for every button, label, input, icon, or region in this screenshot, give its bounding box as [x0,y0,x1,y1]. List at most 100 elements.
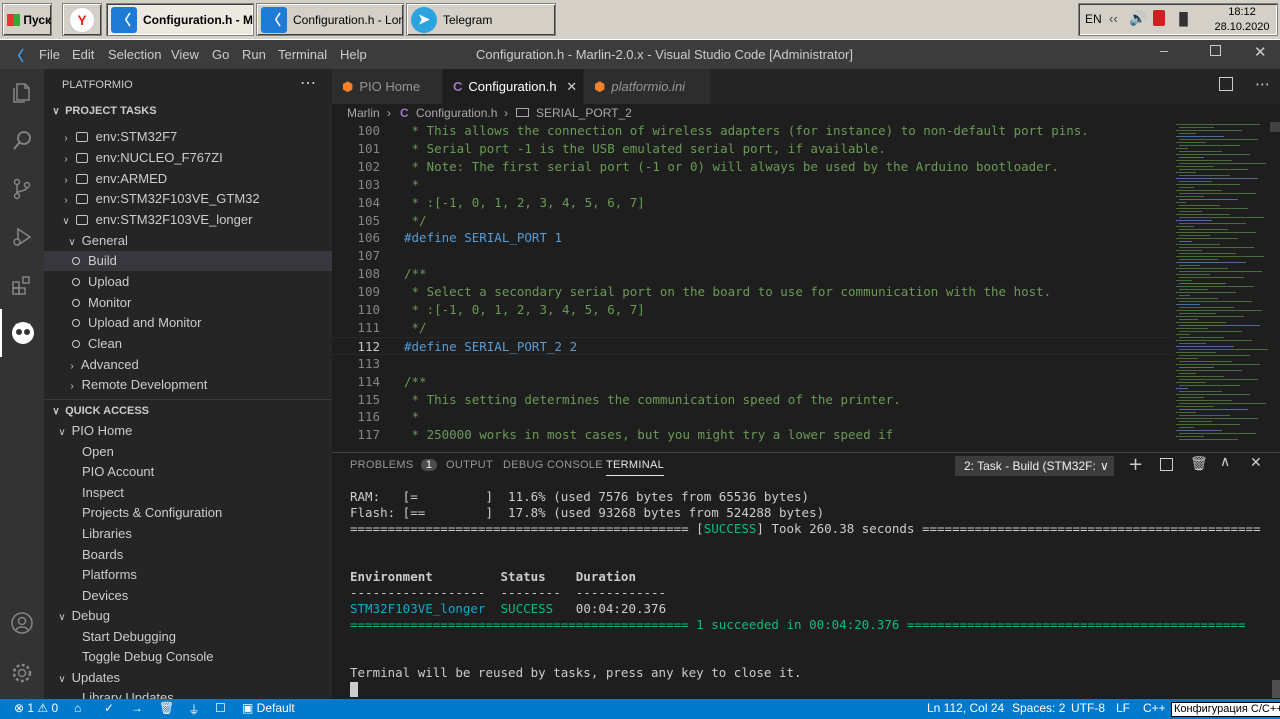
quick-inspect[interactable]: Inspect [44,483,332,503]
menu-view[interactable]: View [171,47,199,62]
panel-tab-output[interactable]: OUTPUT [446,459,493,471]
volume-icon[interactable]: 🔊 [1129,10,1146,27]
tree-item-advanced[interactable]: › Advanced [44,355,332,375]
yandex-browser-button[interactable]: Y [62,3,102,36]
tree-item-updates[interactable]: ∨ Updates [44,668,332,688]
quick-access-header[interactable]: ∨ QUICK ACCESS [44,401,332,421]
quick-libraries[interactable]: Libraries [44,524,332,544]
language-mode[interactable]: C++ [1143,701,1166,715]
taskbar-vscode-window-2[interactable]: 〈 Configuration.h - Lon... [256,3,404,36]
project-tasks-header[interactable]: ∨ PROJECT TASKS [44,101,332,121]
menu-selection[interactable]: Selection [108,47,161,62]
pio-serial-plug-icon[interactable]: ⏚ [188,701,200,718]
code-line: 105 */ [332,212,1172,230]
task-build[interactable]: Build [44,251,332,271]
tree-item-env-longer[interactable]: ∨ env:STM32F103VE_longer [44,210,332,230]
code-line: 103 * [332,176,1172,194]
file-encoding[interactable]: UTF-8 [1071,701,1105,715]
pio-build-check-icon[interactable]: ✓ [104,701,114,715]
extensions-icon[interactable] [0,261,44,309]
panel-tab-terminal[interactable]: TERMINAL [606,459,665,476]
network-icon[interactable]: ▐▌ [1175,12,1192,26]
quick-platforms[interactable]: Platforms [44,565,332,585]
quick-boards[interactable]: Boards [44,545,332,565]
tree-item-pio-home[interactable]: ∨ PIO Home [44,421,332,441]
close-window-icon[interactable]: ✕ [1254,43,1267,61]
quick-devices[interactable]: Devices [44,586,332,606]
menu-help[interactable]: Help [340,47,367,62]
task-upload-and-monitor[interactable]: Upload and Monitor [44,313,332,333]
run-debug-icon[interactable] [0,213,44,261]
terminal-scrollbar[interactable] [1272,680,1280,698]
close-panel-icon[interactable]: ✕ [1250,455,1262,471]
tree-item-env-nucleo[interactable]: › env:NUCLEO_F767ZI [44,148,332,168]
quick-open[interactable]: Open [44,442,332,462]
task-clean[interactable]: Clean [44,334,332,354]
breadcrumb-serial-port-2[interactable]: SERIAL_PORT_2 [536,105,632,121]
indentation[interactable]: Spaces: 2 [1012,701,1065,715]
split-terminal-icon[interactable] [1160,458,1173,471]
project-env-switcher[interactable]: ▣ Default [242,701,295,715]
tray-chevron-icon[interactable]: ‹‹ [1109,11,1118,26]
menu-file[interactable]: File [39,47,60,62]
split-editor-icon[interactable] [1219,77,1233,91]
pio-terminal-icon[interactable]: ☐ [215,701,226,715]
search-icon[interactable] [0,117,44,165]
panel-tab-problems[interactable]: PROBLEMS 1 [350,459,438,471]
breadcrumb-configuration-h[interactable]: Configuration.h [416,105,497,121]
code-editor[interactable]: 100 * This allows the connection of wire… [332,122,1172,452]
terminal-output[interactable]: RAM: [= ] 11.6% (used 7576 bytes from 65… [350,489,1270,699]
language-indicator[interactable]: EN [1085,12,1102,26]
minimize-icon[interactable]: – [1160,42,1168,58]
trash-icon[interactable]: 🗑 [1190,456,1208,472]
menu-terminal[interactable]: Terminal [278,47,327,62]
cpp-configuration-tooltip[interactable]: Конфигурация C/C++ [1171,702,1280,717]
platformio-icon[interactable] [0,309,44,357]
problems-status[interactable]: ⊗ 1 ⚠ 0 [14,701,58,715]
minimap[interactable] [1172,122,1280,452]
new-terminal-plus-icon[interactable]: + [1128,454,1143,475]
task-monitor[interactable]: Monitor [44,293,332,313]
quick-library-updates[interactable]: Library Updates [44,688,332,699]
tab-pio-home[interactable]: ⬢ PIO Home [332,69,442,104]
clock-date[interactable]: 28.10.2020 [1207,21,1277,33]
tree-item-env-stm32f7[interactable]: › env:STM32F7 [44,127,332,147]
breadcrumb-marlin[interactable]: Marlin [347,105,380,121]
cursor-position[interactable]: Ln 112, Col 24 [927,701,1004,715]
menu-run[interactable]: Run [242,47,266,62]
task-upload[interactable]: Upload [44,272,332,292]
security-icon[interactable] [1153,10,1165,26]
menu-go[interactable]: Go [212,47,229,62]
panel-tab-debug-console[interactable]: DEBUG CONSOLE [503,459,603,471]
pio-upload-arrow-icon[interactable]: → [131,701,143,715]
editor-more-actions-icon[interactable]: ⋯ [1255,75,1270,93]
close-tab-icon[interactable]: ✕ [566,79,577,94]
tree-item-debug[interactable]: ∨ Debug [44,606,332,626]
tree-item-env-gtm32[interactable]: › env:STM32F103VE_GTM32 [44,189,332,209]
quick-projects-configuration[interactable]: Projects & Configuration [44,503,332,523]
menu-edit[interactable]: Edit [72,47,94,62]
explorer-icon[interactable] [0,69,44,117]
source-control-icon[interactable] [0,165,44,213]
tree-item-remote-development[interactable]: › Remote Development [44,375,332,395]
settings-gear-icon[interactable] [0,649,44,697]
pio-clean-trash-icon[interactable]: 🗑 [159,701,174,715]
maximize-panel-icon[interactable]: ∧ [1220,454,1230,470]
quick-start-debugging[interactable]: Start Debugging [44,627,332,647]
quick-toggle-debug-console[interactable]: Toggle Debug Console [44,647,332,667]
tab-platformio-ini[interactable]: ⬢ platformio.ini [584,69,710,104]
tab-configuration-h[interactable]: C Configuration.h ✕ [443,69,583,104]
pio-home-icon[interactable]: ⌂ [74,701,81,715]
restore-icon[interactable] [1210,45,1221,56]
quick-pio-account[interactable]: PIO Account [44,462,332,482]
tree-item-env-armed[interactable]: › env:ARMED [44,169,332,189]
end-of-line[interactable]: LF [1116,701,1130,715]
taskbar-telegram[interactable]: ➤ Telegram [406,3,556,36]
accounts-icon[interactable] [0,599,44,647]
more-actions-icon[interactable]: ⋯ [300,73,316,93]
tree-item-general[interactable]: ∨ General [44,231,332,251]
clock-time[interactable]: 18:12 [1207,6,1277,18]
start-button[interactable]: Пуск [2,3,52,36]
terminal-select-dropdown[interactable]: 2: Task - Build (STM32F: ∨ [955,456,1114,476]
taskbar-vscode-window-1[interactable]: 〈 Configuration.h - M... [106,3,254,36]
